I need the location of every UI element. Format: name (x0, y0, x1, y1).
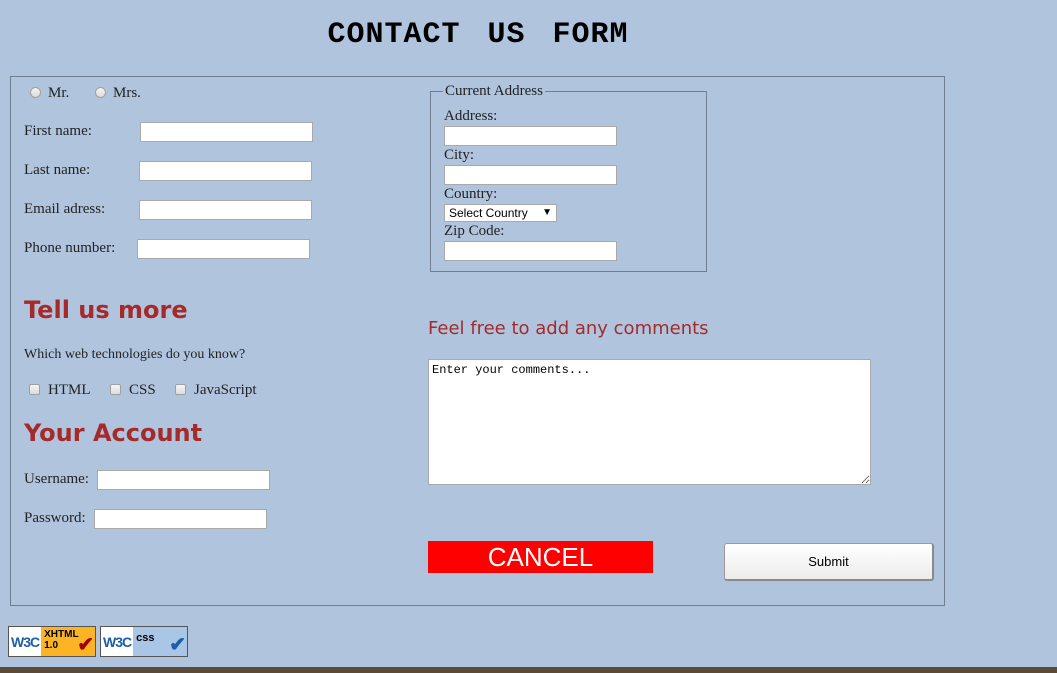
checkbox-css-label: CSS (129, 382, 156, 398)
zip-label: Zip Code: (444, 223, 505, 239)
first-name-label: First name: (24, 123, 92, 139)
username-input[interactable] (97, 470, 270, 490)
country-select[interactable]: Select Country ▼ (444, 204, 557, 222)
w3c-xhtml-badge[interactable]: W3C XHTML 1.0 ✔ (8, 626, 96, 657)
checkbox-javascript[interactable] (175, 384, 186, 395)
page-title: CONTACT US FORM (327, 18, 629, 52)
current-address-legend: Current Address (445, 83, 543, 99)
checkbox-css[interactable] (110, 384, 121, 395)
radio-mrs[interactable] (95, 87, 106, 98)
first-name-input[interactable] (140, 122, 313, 142)
country-label: Country: (444, 186, 498, 202)
address-label: Address: (444, 108, 498, 124)
phone-input[interactable] (137, 239, 310, 259)
xhtml-badge-label: XHTML 1.0 ✔ (41, 627, 95, 656)
checkbox-javascript-label: JavaScript (194, 382, 257, 398)
password-label: Password: (24, 510, 86, 526)
email-label: Email adress: (24, 201, 106, 217)
os-taskbar-strip (0, 667, 1057, 673)
w3c-css-badge[interactable]: W3C css ✔ (100, 626, 188, 657)
w3c-logo: W3C (101, 627, 134, 656)
chevron-down-icon: ▼ (542, 207, 552, 218)
css-badge-kind: css (136, 632, 155, 644)
last-name-input[interactable] (139, 161, 312, 181)
xhtml-badge-kind: XHTML (44, 629, 79, 640)
cancel-button[interactable]: CANCEL (428, 541, 653, 573)
w3c-logo: W3C (9, 627, 42, 656)
address-input[interactable] (444, 126, 617, 146)
city-label: City: (444, 147, 475, 163)
radio-mrs-label: Mrs. (113, 85, 141, 101)
checkbox-html[interactable] (29, 384, 40, 395)
comments-heading: Feel free to add any comments (428, 318, 709, 339)
comments-textarea[interactable] (428, 359, 871, 485)
radio-mr-label: Mr. (48, 85, 70, 101)
css-badge-label: css ✔ (133, 627, 187, 656)
checkmark-icon: ✔ (77, 634, 94, 656)
your-account-heading: Your Account (24, 419, 203, 447)
checkmark-icon: ✔ (169, 634, 186, 656)
checkbox-html-label: HTML (48, 382, 91, 398)
email-input[interactable] (139, 200, 312, 220)
tell-us-more-heading: Tell us more (24, 296, 188, 324)
city-input[interactable] (444, 165, 617, 185)
username-label: Username: (24, 471, 89, 487)
zip-input[interactable] (444, 241, 617, 261)
phone-label: Phone number: (24, 240, 116, 256)
last-name-label: Last name: (24, 162, 91, 178)
country-select-value: Select Country (449, 206, 528, 220)
xhtml-badge-version: 1.0 (44, 640, 59, 651)
password-input[interactable] (94, 509, 267, 529)
radio-mr[interactable] (30, 87, 41, 98)
contact-form: Mr. Mrs. First name: Last name: Email ad… (10, 76, 945, 606)
submit-button[interactable]: Submit (724, 543, 934, 581)
web-tech-question: Which web technologies do you know? (24, 347, 246, 362)
